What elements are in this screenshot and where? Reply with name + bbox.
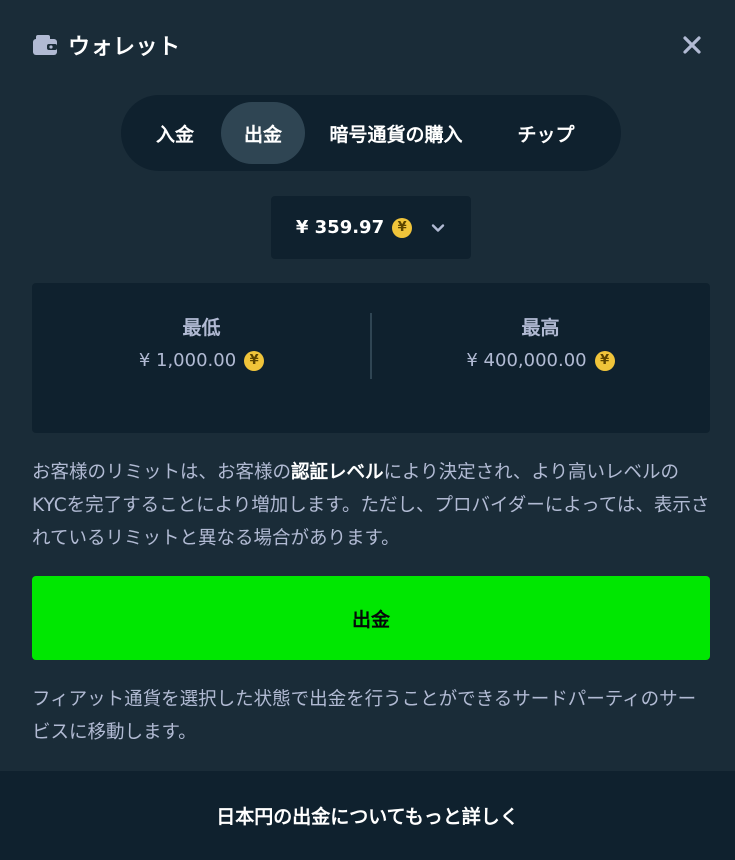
max-limit: 最高 ¥ 400,000.00 ¥ <box>371 313 710 371</box>
chevron-down-icon <box>431 223 445 232</box>
yen-coin-icon: ¥ <box>244 350 265 371</box>
withdraw-button[interactable]: 出金 <box>32 576 710 660</box>
verification-level-link[interactable]: 認証レベル <box>291 462 384 483</box>
min-limit-value: ¥ 1,000.00 <box>138 350 237 371</box>
modal-footer: 日本円の出金についてもっと詳しく <box>0 771 735 860</box>
balance-amount: ¥ 359.97 <box>295 217 385 238</box>
tab-deposit[interactable]: 入金 <box>129 102 221 164</box>
max-limit-value-row: ¥ 400,000.00 ¥ <box>466 350 615 371</box>
min-limit-value-row: ¥ 1,000.00 ¥ <box>138 350 265 371</box>
yen-coin-icon: ¥ <box>392 217 413 238</box>
currency-select[interactable]: ¥ 359.97 ¥ <box>271 196 471 259</box>
min-limit-label: 最低 <box>182 317 221 339</box>
max-limit-value: ¥ 400,000.00 <box>466 350 587 371</box>
third-party-note: フィアット通貨を選択した状態で出金を行うことができるサードパーティのサービスに移… <box>32 689 697 743</box>
wallet-icon <box>33 35 57 55</box>
info-text-part1: お客様のリミットは、お客様の <box>32 462 292 483</box>
limits-info-text: お客様のリミットは、お客様の認証レベルにより決定され、より高いレベルのKYCを完… <box>32 456 712 555</box>
tab-withdraw[interactable]: 出金 <box>221 102 305 164</box>
close-icon[interactable] <box>679 32 705 58</box>
limits-panel: 最低 ¥ 1,000.00 ¥ 最高 ¥ 400,000.00 ¥ <box>32 283 710 433</box>
learn-more-link[interactable]: 日本円の出金についてもっと詳しく <box>216 802 518 829</box>
tab-buy-crypto[interactable]: 暗号通貨の購入 <box>305 102 487 164</box>
modal-header: ウォレット <box>32 28 707 62</box>
yen-coin-icon: ¥ <box>594 350 615 371</box>
min-limit: 最低 ¥ 1,000.00 ¥ <box>32 313 371 371</box>
wallet-tabs: 入金 出金 暗号通貨の購入 チップ <box>121 95 621 171</box>
modal-title: ウォレット <box>68 35 181 60</box>
max-limit-label: 最高 <box>521 317 560 339</box>
wallet-modal: ウォレット 入金 出金 暗号通貨の購入 チップ ¥ 359.97 ¥ 最低 ¥ … <box>0 0 735 860</box>
tab-tip[interactable]: チップ <box>487 102 605 164</box>
